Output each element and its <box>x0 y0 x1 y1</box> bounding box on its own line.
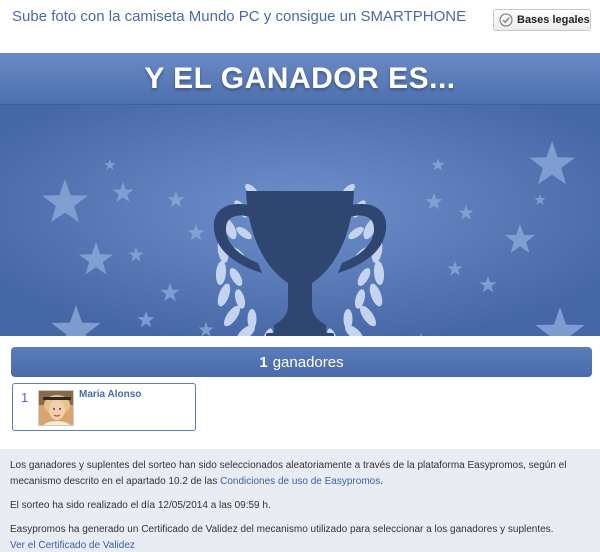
winner-banner: Y EL GANADOR ES... <box>0 53 600 336</box>
draw-date-text: El sorteo ha sido realizado el día 12/05… <box>10 500 271 511</box>
winners-label: ganadores <box>272 353 344 371</box>
draw-info-footer: Los ganadores y suplentes del sorteo han… <box>0 449 600 552</box>
certificate-link[interactable]: Ver el Certificado de Validez <box>10 540 135 551</box>
winner-name[interactable]: Maria Alonso <box>79 389 141 400</box>
page-title: Sube foto con la camiseta Mundo PC y con… <box>12 8 467 25</box>
banner-title: Y EL GANADOR ES... <box>144 61 456 95</box>
legal-terms-button[interactable]: Bases legales <box>493 9 591 31</box>
winner-card[interactable]: 1 Maria Alonso <box>12 383 196 431</box>
legal-terms-label: Bases legales <box>517 14 590 26</box>
draw-method-text: Los ganadores y suplentes del sorteo han… <box>10 460 567 487</box>
certificate-text: Easypromos ha generado un Certificado de… <box>10 524 554 551</box>
avatar <box>38 390 74 426</box>
check-circle-icon <box>499 13 513 27</box>
banner-art <box>0 105 600 336</box>
winner-position: 1 <box>21 390 29 405</box>
winners-count-bar: 1 ganadores <box>11 347 592 377</box>
banner-title-bar: Y EL GANADOR ES... <box>0 53 600 105</box>
winners-count: 1 <box>259 353 268 371</box>
terms-of-use-link[interactable]: Condiciones de uso de Easypromos <box>220 476 380 487</box>
